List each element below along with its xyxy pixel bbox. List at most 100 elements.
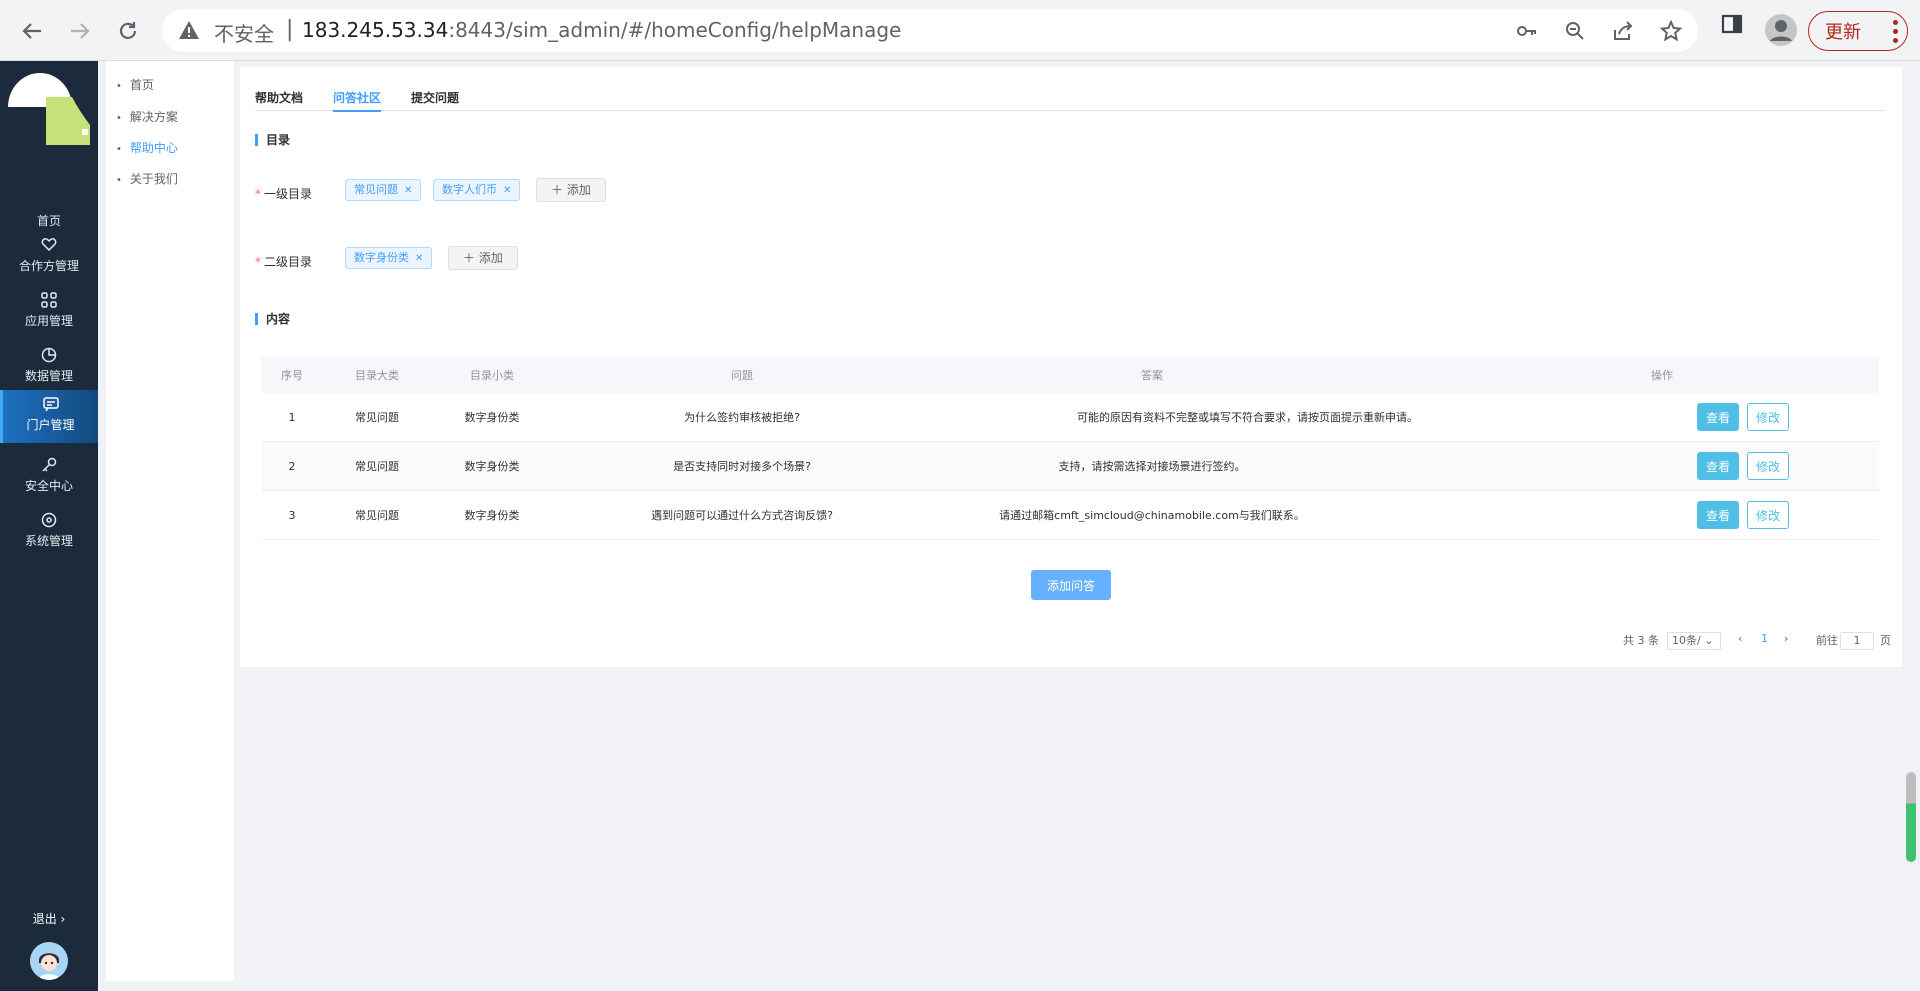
page-suffix: 页 [1880, 634, 1891, 647]
prev-page-icon[interactable]: ‹ [1738, 632, 1742, 645]
sidebar-item-data[interactable]: 数据管理 [0, 341, 98, 391]
profile-icon[interactable] [1764, 13, 1798, 51]
cell-category: 常见问题 [355, 509, 399, 522]
goto-page-input[interactable]: 1 [1840, 632, 1874, 650]
sidepanel-icon[interactable] [1721, 13, 1743, 39]
tag-level1[interactable]: 常见问题 ✕ [345, 179, 422, 201]
level1-label: * 一级目录 [255, 185, 312, 202]
logout-button[interactable]: 退出 › [0, 910, 98, 927]
sidebar-item-label: 安全中心 [24, 479, 73, 493]
sidebar-item-partner[interactable]: 合作方管理 [0, 231, 98, 281]
subnav-item-about[interactable]: 关于我们 [116, 170, 178, 187]
page-number[interactable]: 1 [1761, 632, 1768, 645]
sidebar-item-label: 应用管理 [24, 314, 73, 328]
level2-label-text: 二级目录 [264, 255, 313, 269]
close-icon[interactable]: ✕ [415, 253, 423, 264]
next-page-icon[interactable]: › [1784, 632, 1788, 645]
header-subcategory: 目录小类 [470, 369, 514, 382]
sidebar-item-system[interactable]: 系统管理 [0, 506, 98, 556]
sidebar-item-home[interactable]: 首页 [0, 186, 98, 236]
table-row: 1 常见问题 数字身份类 为什么签约审核被拒绝? 可能的原因有资料不完整或填写不… [262, 393, 1879, 442]
browser-toolbar: 不安全 | 183.245.53.34:8443/sim_admin/#/hom… [0, 0, 1920, 61]
cell-answer: 可能的原因有资料不完整或填写不符合要求，请按页面提示重新申请。 [1077, 411, 1418, 424]
tab-qa-community[interactable]: 问答社区 [333, 89, 382, 112]
message-icon [3, 396, 98, 416]
view-button[interactable]: 查看 [1697, 452, 1739, 480]
view-button[interactable]: 查看 [1697, 501, 1739, 529]
update-label: 更新 [1825, 22, 1861, 43]
back-icon[interactable] [12, 11, 52, 51]
tag-label: 常见问题 [354, 183, 398, 196]
header-answer: 答案 [1141, 369, 1163, 382]
sidebar: 首页 合作方管理 应用管理 数据管理 门户管理 安全中心 系统管理 退出 › [0, 61, 98, 991]
sidebar-item-label: 门户管理 [26, 418, 75, 432]
logo [8, 67, 90, 157]
forward-icon[interactable] [60, 11, 100, 51]
cell-category: 常见问题 [355, 411, 399, 424]
url-host: 183.245.53.34 [302, 18, 449, 42]
reload-icon[interactable] [108, 11, 148, 51]
sidebar-item-portal[interactable]: 门户管理 [0, 390, 98, 443]
page-size-value: 10条/ [1672, 634, 1701, 647]
sidebar-item-label: 合作方管理 [18, 259, 79, 273]
edit-button[interactable]: 修改 [1747, 452, 1789, 480]
url-text[interactable]: 183.245.53.34:8443/sim_admin/#/homeConfi… [302, 18, 901, 42]
header-category: 目录大类 [355, 369, 399, 382]
cell-subcategory: 数字身份类 [464, 509, 520, 522]
star-icon[interactable] [1659, 19, 1683, 46]
url-path: :8443/sim_admin/#/homeConfig/helpManage [448, 18, 902, 42]
cell-subcategory: 数字身份类 [464, 460, 520, 473]
update-button[interactable]: 更新 [1808, 11, 1908, 51]
warning-icon [178, 20, 200, 44]
subnav-item-help[interactable]: 帮助中心 [116, 139, 178, 156]
qa-table: 序号 目录大类 目录小类 问题 答案 操作 1 常见问题 数字身份类 为什么签约… [262, 357, 1879, 540]
pagination-total: 共 3 条 [1623, 634, 1659, 647]
key-icon[interactable] [1516, 20, 1538, 46]
view-button[interactable]: 查看 [1697, 403, 1739, 431]
cell-no: 3 [288, 508, 296, 522]
subnav-item-solutions[interactable]: 解决方案 [116, 108, 178, 125]
sidebar-item-security[interactable]: 安全中心 [0, 451, 98, 501]
tab-submit-question[interactable]: 提交问题 [411, 89, 459, 110]
cell-question: 是否支持同时对接多个场景? [673, 460, 811, 473]
home-icon [0, 192, 98, 212]
zoom-icon[interactable] [1564, 20, 1586, 46]
pie-chart-icon [0, 347, 98, 367]
tag-label: 数字人们币 [442, 183, 497, 196]
key-icon [0, 457, 98, 477]
header-no: 序号 [281, 369, 303, 382]
share-icon[interactable] [1612, 20, 1634, 46]
edit-button[interactable]: 修改 [1747, 403, 1789, 431]
close-icon[interactable]: ✕ [404, 185, 412, 196]
table-header: 序号 目录大类 目录小类 问题 答案 操作 [262, 357, 1879, 393]
avatar[interactable] [30, 942, 68, 980]
table-row: 3 常见问题 数字身份类 遇到问题可以通过什么方式咨询反馈? 请通过邮箱cmft… [262, 491, 1879, 540]
grid-icon [0, 292, 98, 312]
insecure-label[interactable]: 不安全 [214, 18, 274, 47]
scrollbar[interactable] [1906, 772, 1916, 862]
cell-answer: 请通过邮箱cmft_simcloud@chinamobile.com与我们联系。 [999, 509, 1305, 522]
level1-label-text: 一级目录 [264, 187, 313, 201]
goto-label: 前往 [1816, 634, 1838, 647]
address-bar[interactable]: 不安全 | 183.245.53.34:8443/sim_admin/#/hom… [162, 9, 1698, 52]
menu-icon[interactable] [1893, 20, 1898, 47]
tag-level2[interactable]: 数字身份类 ✕ [345, 247, 433, 269]
cell-question: 遇到问题可以通过什么方式咨询反馈? [651, 509, 833, 522]
edit-button[interactable]: 修改 [1747, 501, 1789, 529]
chevron-down-icon: ⌄ [1704, 634, 1714, 647]
close-icon[interactable]: ✕ [503, 185, 511, 196]
required-mark: * [255, 187, 261, 201]
page-size-select[interactable]: 10条/ ⌄ [1667, 632, 1721, 650]
add-level2-button[interactable]: ＋ 添加 [448, 246, 518, 270]
cell-subcategory: 数字身份类 [464, 411, 520, 424]
sub-navigation: 首页 解决方案 帮助中心 关于我们 [106, 61, 234, 981]
tab-help-docs[interactable]: 帮助文档 [255, 89, 303, 110]
subnav-item-home[interactable]: 首页 [116, 76, 154, 93]
tag-label: 数字身份类 [354, 251, 409, 264]
add-level1-button[interactable]: ＋ 添加 [536, 178, 606, 202]
sidebar-item-app[interactable]: 应用管理 [0, 286, 98, 336]
separator: | [286, 17, 294, 42]
main-panel: 帮助文档 问答社区 提交问题 目录 * 一级目录 常见问题 ✕ 数字人们币 ✕ ＋ 添… [240, 67, 1902, 667]
add-qa-button[interactable]: 添加问答 [1031, 570, 1111, 600]
tag-level1[interactable]: 数字人们币 ✕ [433, 179, 521, 201]
